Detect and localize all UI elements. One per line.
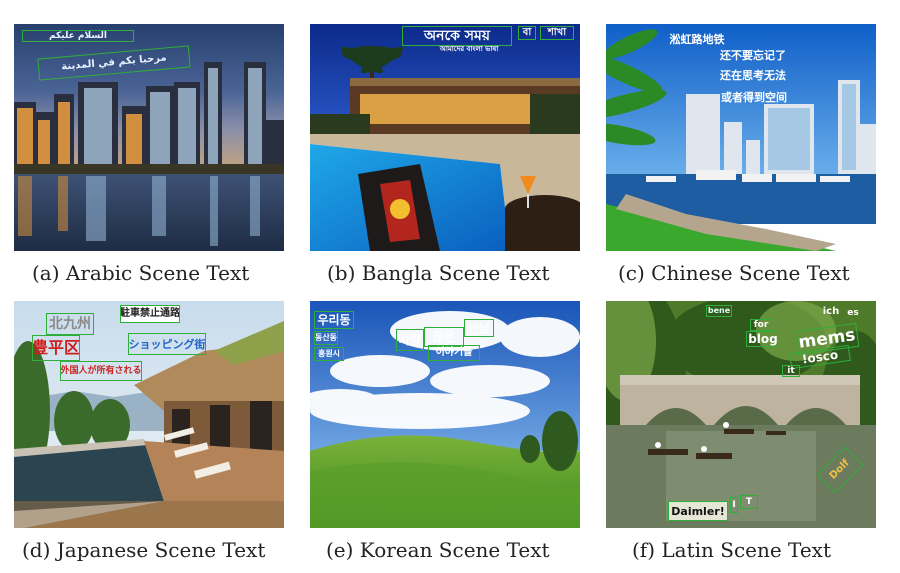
text-box-chinese-2: 还不要忘记了 bbox=[720, 48, 786, 62]
image-arabic-scene: السلام عليكم مرحبا بكم في المدينة bbox=[14, 24, 284, 251]
text-box-korean-3: 홍원시 bbox=[314, 347, 344, 361]
image-japanese-scene: 北九州 駐車禁止通路 豊平区 ショッピング街 外国人が所有される bbox=[14, 301, 284, 528]
image-korean-scene: 우리동 동산동 홍원시 사랑 많은 만남 이야기들 bbox=[310, 301, 580, 528]
caption-korean: (e) Korean Scene Text bbox=[326, 538, 550, 562]
caption-latin: (f) Latin Scene Text bbox=[632, 538, 831, 562]
text-box-korean-4: 사랑 bbox=[396, 329, 424, 351]
text-box-korean-2: 동산동 bbox=[314, 331, 338, 345]
image-latin-scene: bene ich es for blog mems !osco it Daiml… bbox=[606, 301, 876, 528]
text-box-japanese-1: 北九州 bbox=[46, 313, 94, 335]
text-box-latin-8: it bbox=[782, 365, 800, 377]
caption-chinese: (c) Chinese Scene Text bbox=[618, 261, 850, 285]
text-box-japanese-4: ショッピング街 bbox=[128, 333, 206, 355]
text-box-korean-1: 우리동 bbox=[314, 311, 354, 329]
text-box-japanese-2: 駐車禁止通路 bbox=[120, 305, 180, 323]
text-box-bangla-2: বা bbox=[518, 26, 536, 40]
text-box-japanese-3: 豊平区 bbox=[32, 335, 80, 361]
text-box-latin-1: bene bbox=[706, 305, 732, 317]
caption-arabic: (a) Arabic Scene Text bbox=[32, 261, 250, 285]
text-box-chinese-4: 或者得到空间 bbox=[721, 90, 787, 104]
text-box-latin-3: es bbox=[847, 307, 859, 318]
text-box-latin-11: T bbox=[740, 495, 758, 509]
text-box-latin-10: I bbox=[730, 497, 738, 513]
image-chinese-scene: 淞虹路地铁 还不要忘记了 还在思考无法 或者得到空间 bbox=[606, 24, 876, 251]
text-box-latin-2: ich bbox=[822, 306, 840, 317]
text-box-korean-6: 만남 bbox=[464, 319, 494, 337]
text-box-korean-7: 이야기들 bbox=[428, 345, 480, 361]
text-box-arabic-1: السلام عليكم bbox=[22, 30, 134, 42]
caption-japanese: (d) Japanese Scene Text bbox=[22, 538, 266, 562]
text-box-japanese-5: 外国人が所有される bbox=[60, 361, 142, 381]
image-bangla-scene: অনকে সময় বা শাখা আমাদের বাংলা ভাষা bbox=[310, 24, 580, 251]
text-box-latin-9: Daimler! bbox=[668, 501, 728, 521]
text-box-latin-5: blog bbox=[746, 331, 780, 347]
text-box-chinese-3: 还在思考无法 bbox=[720, 68, 786, 82]
caption-bangla: (b) Bangla Scene Text bbox=[327, 261, 550, 285]
text-box-latin-4: for bbox=[750, 319, 772, 331]
text-box-korean-5: 많은 bbox=[424, 327, 464, 347]
text-box-bangla-4: আমাদের বাংলা ভাষা bbox=[439, 44, 499, 53]
text-box-bangla-1: অনকে সময় bbox=[402, 26, 512, 46]
text-box-bangla-3: শাখা bbox=[540, 26, 574, 40]
